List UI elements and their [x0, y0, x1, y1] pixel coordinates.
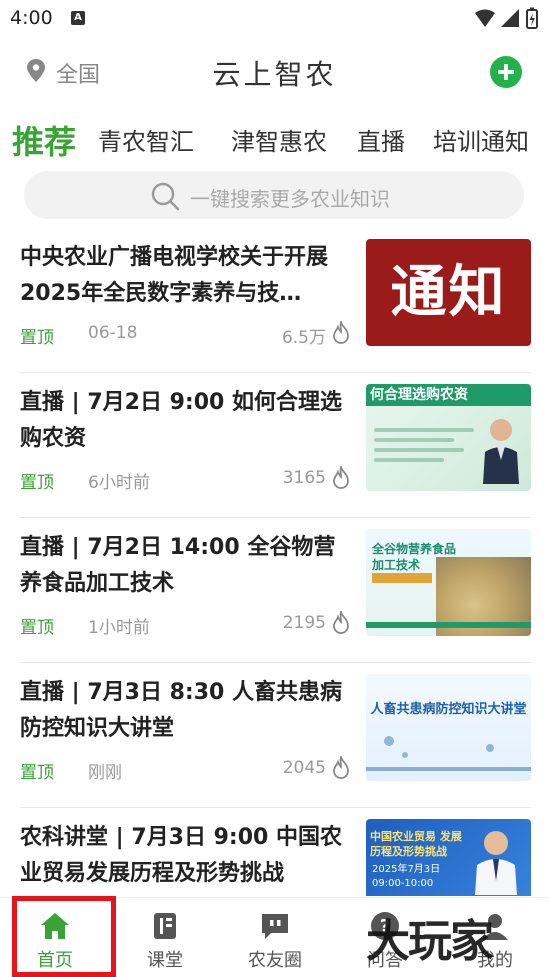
fire-icon	[331, 463, 351, 494]
list-item[interactable]: 直播 | 7月2日 9:00 如何合理选购农资 置顶 6小时前 3165 何合理…	[0, 373, 549, 518]
wifi-icon	[475, 9, 495, 27]
watermark: 大玩家	[366, 916, 494, 967]
highlight-box	[12, 896, 116, 977]
add-button[interactable]	[490, 56, 522, 88]
tab-training-notice[interactable]: 培训通知	[433, 122, 529, 157]
item-views: 2045	[282, 758, 326, 778]
battery-icon	[526, 7, 538, 29]
pinned-tag: 置顶	[20, 473, 54, 493]
item-time: 06-18	[88, 323, 138, 343]
chat-quote-icon	[262, 914, 288, 939]
status-time: 4:00	[10, 7, 53, 29]
list-item[interactable]: 中央农业广播电视学校关于开展2025年全民数字素养与技… 置顶 06-18 6.…	[0, 228, 549, 373]
virus-graphic	[402, 752, 408, 758]
item-title[interactable]: 农科讲堂 | 7月3日 9:00 中国农业贸易发展历程及形势挑战	[20, 820, 350, 892]
thumbnail-band	[366, 767, 531, 771]
nav-community[interactable]: 农友圈	[225, 898, 325, 977]
thumbnail-caption: 中国农业贸易 发展历程及形势挑战	[370, 830, 462, 858]
item-title[interactable]: 直播 | 7月3日 8:30 人畜共患病防控知识大讲堂	[20, 675, 350, 747]
fire-icon	[331, 318, 351, 349]
tab-jinzhi[interactable]: 津智惠农	[231, 122, 327, 157]
item-thumbnail[interactable]: 全谷物营养食品 加工技术	[366, 529, 531, 636]
speaker-photo	[483, 419, 519, 484]
status-bar: 4:00 A	[0, 0, 549, 38]
top-header: 全国 云上智农	[0, 44, 549, 98]
thumbnail-date: 2025年7月3日 09:00-10:00	[372, 864, 441, 889]
list-item[interactable]: 农科讲堂 | 7月3日 9:00 中国农业贸易发展历程及形势挑战 中国农业贸易 …	[0, 808, 549, 896]
thumbnail-caption: 何合理选购农资	[366, 384, 531, 406]
notification-icon: A	[71, 11, 85, 25]
status-icons	[473, 7, 541, 35]
list-item[interactable]: 直播 | 7月2日 14:00 全谷物营养食品加工技术 置顶 1小时前 2195…	[0, 518, 549, 663]
item-thumbnail[interactable]: 通知	[366, 239, 531, 346]
nav-label: 农友圈	[248, 950, 302, 971]
virus-graphic	[486, 744, 494, 752]
search-bar[interactable]: 一键搜索更多农业知识	[24, 171, 524, 219]
signal-icon	[501, 9, 519, 27]
fire-icon	[331, 753, 351, 784]
pinned-tag: 置顶	[20, 763, 54, 783]
pinned-tag: 置顶	[20, 618, 54, 638]
news-feed: 中央农业广播电视学校关于开展2025年全民数字素养与技… 置顶 06-18 6.…	[0, 228, 549, 896]
item-thumbnail[interactable]: 人畜共患病防控知识大讲堂	[366, 674, 531, 781]
nav-label: 课堂	[147, 950, 183, 971]
item-views: 3165	[282, 468, 326, 488]
item-views: 6.5万	[281, 328, 326, 348]
nav-classroom[interactable]: 课堂	[115, 898, 215, 977]
search-placeholder: 一键搜索更多农业知识	[190, 187, 390, 211]
thumbnail-lines	[374, 428, 474, 468]
tab-qingnong[interactable]: 青农智汇	[98, 122, 194, 157]
item-time: 6小时前	[88, 473, 150, 493]
tab-live[interactable]: 直播	[357, 122, 405, 157]
item-title[interactable]: 直播 | 7月2日 14:00 全谷物营养食品加工技术	[20, 530, 350, 602]
thumbnail-caption: 人畜共患病防控知识大讲堂	[370, 702, 527, 717]
item-thumbnail[interactable]: 中国农业贸易 发展历程及形势挑战 2025年7月3日 09:00-10:00	[366, 819, 531, 896]
item-thumbnail[interactable]: 何合理选购农资	[366, 384, 531, 491]
speaker-photo	[475, 831, 517, 895]
app-title: 云上智农	[212, 58, 337, 91]
thumbnail-caption: 全谷物营养食品 加工技术	[372, 542, 457, 572]
item-time: 1小时前	[88, 618, 150, 638]
virus-graphic	[384, 736, 394, 746]
pinned-tag: 置顶	[20, 328, 54, 348]
category-tabs: 推荐 青农智汇 津智惠农 直播 培训通知	[0, 114, 549, 164]
search-icon	[150, 181, 180, 215]
item-title[interactable]: 中央农业广播电视学校关于开展2025年全民数字素养与技…	[20, 240, 350, 312]
tab-recommend[interactable]: 推荐	[12, 117, 76, 163]
item-title[interactable]: 直播 | 7月2日 9:00 如何合理选购农资	[20, 385, 350, 457]
thumbnail-date-band	[372, 573, 432, 583]
book-icon	[154, 913, 176, 939]
fire-icon	[331, 608, 351, 639]
item-time: 刚刚	[88, 763, 122, 783]
thumbnail-band	[366, 622, 531, 628]
item-views: 2195	[282, 613, 326, 633]
list-item[interactable]: 直播 | 7月3日 8:30 人畜共患病防控知识大讲堂 置顶 刚刚 2045 人…	[0, 663, 549, 808]
